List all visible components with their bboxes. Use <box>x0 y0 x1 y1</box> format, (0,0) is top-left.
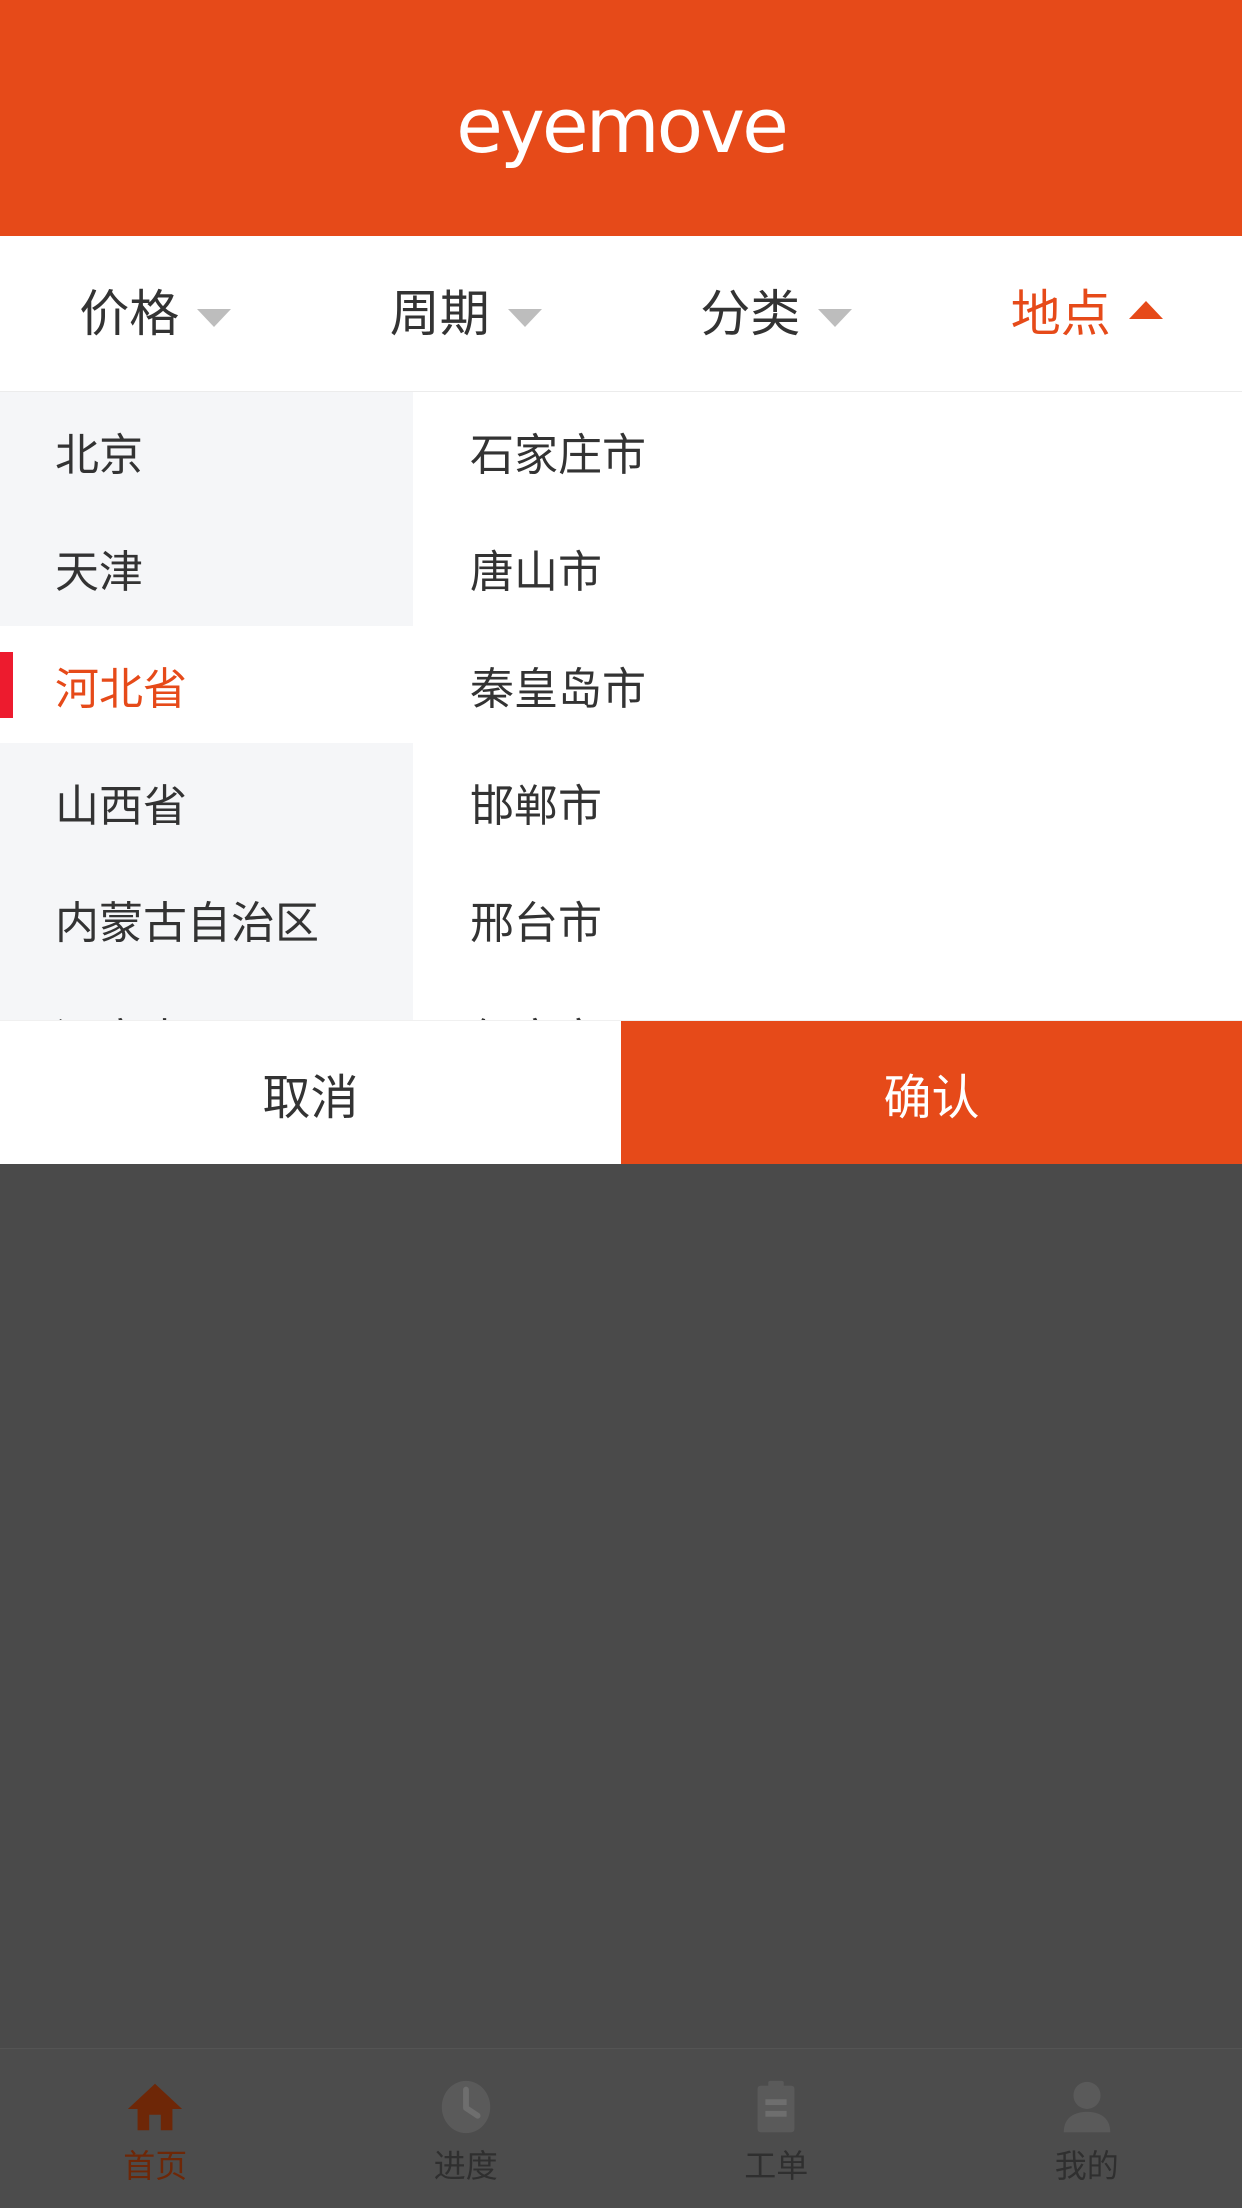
city-list-item[interactable]: 邯郸市 <box>413 743 1242 860</box>
bottom-tab-bar: 首页 进度 工单 我的 <box>0 2048 1242 2208</box>
province-label: 天津 <box>55 547 143 597</box>
filter-label-location: 地点 <box>1010 285 1111 342</box>
province-list[interactable]: 北京 天津 河北省 山西省 内蒙古自治区 辽宁省 <box>0 392 413 1020</box>
filter-label-category: 分类 <box>700 285 801 342</box>
province-list-item[interactable]: 辽宁省 <box>0 977 413 1021</box>
city-list-item[interactable]: 石家庄市 <box>413 392 1242 509</box>
cancel-button[interactable]: 取消 <box>0 1021 621 1164</box>
tab-label-profile: 我的 <box>1054 2147 1119 2184</box>
filter-bar: 价格 周期 分类 地点 <box>0 236 1242 392</box>
tab-label-workorder: 工单 <box>744 2147 809 2184</box>
filter-tab-location[interactable]: 地点 <box>932 236 1242 391</box>
chevron-down-icon <box>197 308 232 327</box>
province-label: 北京 <box>55 430 143 480</box>
city-list[interactable]: 石家庄市 唐山市 秦皇岛市 邯郸市 邢台市 保定市 <box>413 392 1242 1020</box>
tab-label-home: 首页 <box>123 2147 188 2184</box>
chevron-down-icon <box>818 308 853 327</box>
tab-workorder[interactable]: 工单 <box>621 2049 932 2208</box>
tab-label-progress: 进度 <box>433 2147 498 2184</box>
confirm-button[interactable]: 确认 <box>621 1021 1242 1164</box>
app-root: eyemove 价格 周期 分类 地点 北京 天津 河北省 山西省 内蒙古自治区… <box>0 0 1242 2208</box>
filter-label-price: 价格 <box>79 285 180 342</box>
city-label: 邯郸市 <box>470 781 602 831</box>
province-list-item[interactable]: 北京 <box>0 392 413 509</box>
city-label: 保定市 <box>470 1004 602 1021</box>
person-icon <box>1063 2081 1110 2132</box>
clock-icon <box>441 2080 490 2133</box>
filter-tab-price[interactable]: 价格 <box>0 236 311 391</box>
province-label: 山西省 <box>55 781 187 831</box>
province-list-item[interactable]: 山西省 <box>0 743 413 860</box>
city-list-item[interactable]: 保定市 <box>413 977 1242 1021</box>
chevron-up-icon <box>1128 300 1163 319</box>
filter-label-period: 周期 <box>389 285 490 342</box>
tab-profile[interactable]: 我的 <box>932 2049 1242 2208</box>
tab-progress[interactable]: 进度 <box>311 2049 622 2208</box>
tab-home[interactable]: 首页 <box>0 2049 311 2208</box>
app-logo: eyemove <box>456 81 789 170</box>
province-list-item[interactable]: 内蒙古自治区 <box>0 860 413 977</box>
selection-indicator-bar <box>0 652 13 718</box>
province-label: 辽宁省 <box>55 1004 187 1021</box>
city-list-item[interactable]: 秦皇岛市 <box>413 626 1242 743</box>
app-header: eyemove <box>0 0 1242 236</box>
city-label: 邢台市 <box>470 898 602 948</box>
picker-action-bar: 取消 确认 <box>0 1020 1242 1164</box>
filter-tab-period[interactable]: 周期 <box>311 236 622 391</box>
chevron-down-icon <box>507 308 542 327</box>
city-label: 秦皇岛市 <box>470 664 646 714</box>
province-list-item[interactable]: 天津 <box>0 509 413 626</box>
city-list-item[interactable]: 邢台市 <box>413 860 1242 977</box>
filter-tab-category[interactable]: 分类 <box>621 236 932 391</box>
city-label: 石家庄市 <box>470 430 646 480</box>
province-label: 内蒙古自治区 <box>55 898 319 948</box>
home-icon <box>128 2083 183 2130</box>
province-label: 河北省 <box>55 664 187 714</box>
city-list-item[interactable]: 唐山市 <box>413 509 1242 626</box>
location-picker-panel: 北京 天津 河北省 山西省 内蒙古自治区 辽宁省 石家庄市 <box>0 392 1242 1020</box>
clipboard-icon <box>757 2080 795 2132</box>
city-label: 唐山市 <box>470 547 602 597</box>
province-list-item-selected[interactable]: 河北省 <box>0 626 413 743</box>
